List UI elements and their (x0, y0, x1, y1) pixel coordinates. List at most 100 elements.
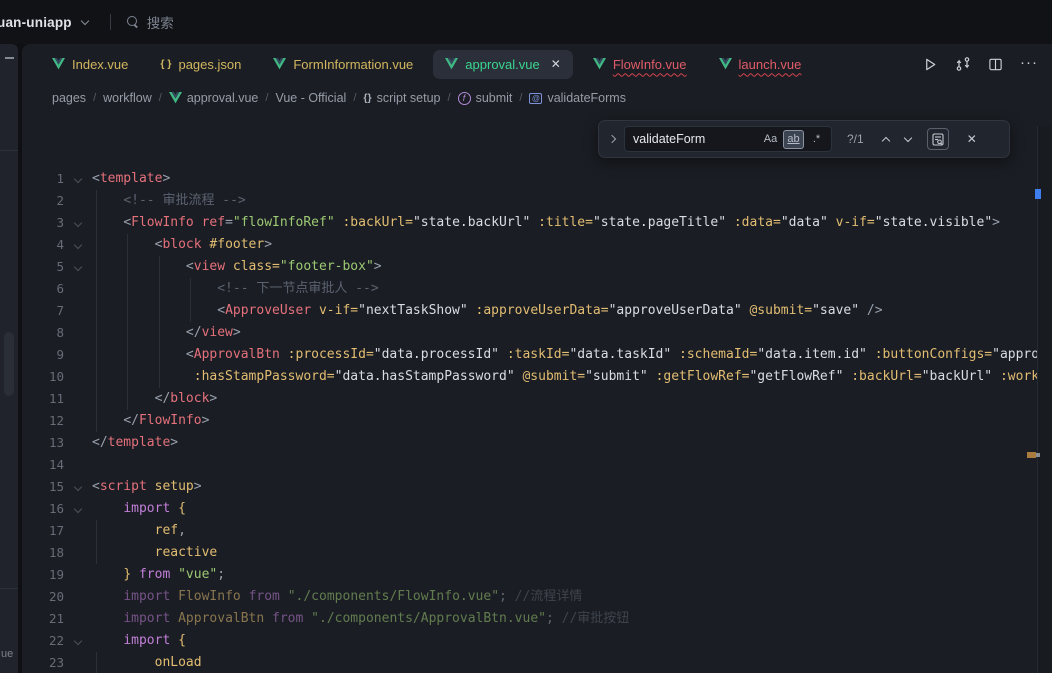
code-line-11[interactable]: 11 </block> (22, 388, 1037, 410)
code-text: onLoad (92, 652, 202, 673)
toggle-replace-chevron-icon[interactable] (608, 135, 616, 143)
code-text: <script setup> (92, 476, 202, 498)
code-text: <block #footer> (92, 234, 272, 256)
code-line-1[interactable]: 1<template> (22, 168, 1037, 190)
previous-match-button[interactable] (881, 136, 889, 144)
whole-word-toggle[interactable]: ab (783, 130, 804, 149)
match-case-toggle[interactable]: Aa (760, 130, 781, 149)
fold-spacer (64, 366, 92, 388)
vue-icon (445, 58, 458, 70)
fold-spacer (64, 454, 92, 476)
find-match-count: ?/1 (847, 132, 864, 146)
chevron-down-icon (74, 219, 82, 227)
breadcrumb-item-validateforms[interactable]: @validateForms (529, 91, 626, 105)
breadcrumb-item-submit[interactable]: fsubmit (458, 91, 513, 105)
split-editor-button[interactable] (988, 57, 1003, 72)
code-line-17[interactable]: 17 ref, (22, 520, 1037, 542)
code-text: <!-- 审批流程 --> (92, 190, 246, 212)
scrollbar-overview-ruler[interactable] (1037, 126, 1052, 673)
fold-chevron-icon[interactable] (64, 498, 92, 520)
breadcrumb-item-vue-official[interactable]: Vue - Official (275, 91, 346, 105)
breadcrumb-label: workflow (103, 91, 152, 105)
find-widget: validateForm Aaab .* ?/1 ✕ (598, 120, 1010, 158)
code-line-5[interactable]: 5 <view class="footer-box"> (22, 256, 1037, 278)
code-line-19[interactable]: 19 } from "vue"; (22, 564, 1037, 586)
code-line-16[interactable]: 16 import { (22, 498, 1037, 520)
code-line-14[interactable]: 14 (22, 454, 1037, 476)
code-line-13[interactable]: 13</template> (22, 432, 1037, 454)
fold-chevron-icon[interactable] (64, 256, 92, 278)
line-number: 8 (22, 322, 64, 344)
fold-chevron-icon[interactable] (64, 212, 92, 234)
line-number: 13 (22, 432, 64, 454)
line-number: 2 (22, 190, 64, 212)
project-name[interactable]: uan-uniapp (0, 15, 72, 30)
tab-forminformation-vue[interactable]: FormInformation.vue (261, 50, 425, 79)
code-line-12[interactable]: 12 </FlowInfo> (22, 410, 1037, 432)
code-line-6[interactable]: 6 <!-- 下一节点审批人 --> (22, 278, 1037, 300)
chevron-down-icon (74, 175, 82, 183)
breadcrumb-item-pages[interactable]: pages (52, 91, 86, 105)
compare-changes-button[interactable] (955, 56, 971, 72)
global-search[interactable]: 搜索 (127, 12, 174, 32)
code-text: </view> (92, 322, 241, 344)
fold-spacer (64, 190, 92, 212)
tab-flowinfo-vue[interactable]: FlowInfo.vue (581, 50, 699, 79)
tab-approval-vue[interactable]: approval.vue✕ (433, 50, 573, 79)
fold-spacer (64, 608, 92, 630)
code-line-23[interactable]: 23 onLoad (22, 652, 1037, 673)
sidebar-scrollbar[interactable] (4, 332, 14, 396)
indent-guide (96, 652, 97, 673)
line-number: 4 (22, 234, 64, 256)
find-query-text: validateForm (633, 132, 757, 146)
tab-launch-vue[interactable]: launch.vue (707, 50, 814, 79)
close-icon[interactable]: ✕ (551, 58, 561, 70)
code-line-7[interactable]: 7 <ApproveUser v-if="nextTaskShow" :appr… (22, 300, 1037, 322)
code-line-18[interactable]: 18 reactive (22, 542, 1037, 564)
sidebar-fragment (5, 57, 14, 59)
line-number: 15 (22, 476, 64, 498)
code-line-2[interactable]: 2 <!-- 审批流程 --> (22, 190, 1037, 212)
regex-toggle-label: .* (813, 133, 820, 145)
breadcrumb-separator: / (519, 92, 522, 104)
tab-pages-json[interactable]: { }pages.json (148, 50, 253, 79)
match-case-toggle-label: Aa (764, 133, 777, 145)
regex-toggle[interactable]: .* (806, 130, 827, 149)
breadcrumb-item-script-setup[interactable]: {}script setup (363, 91, 440, 105)
run-button[interactable] (923, 57, 938, 72)
code-line-10[interactable]: 10 :hasStampPassword="data.hasStampPassw… (22, 366, 1037, 388)
tab-index-vue[interactable]: Index.vue (40, 50, 140, 79)
find-in-selection-button[interactable] (927, 128, 949, 150)
fold-chevron-icon[interactable] (64, 234, 92, 256)
line-number: 12 (22, 410, 64, 432)
fold-spacer (64, 564, 92, 586)
code-line-15[interactable]: 15 <script setup> (22, 476, 1037, 498)
line-number: 9 (22, 344, 64, 366)
breadcrumb-item-approval-vue[interactable]: approval.vue (169, 91, 259, 105)
code-line-3[interactable]: 3 <FlowInfo ref="flowInfoRef" :backUrl="… (22, 212, 1037, 234)
code-line-9[interactable]: 9 <ApprovalBtn :processId="data.processI… (22, 344, 1037, 366)
tab-label: FormInformation.vue (293, 57, 413, 72)
code-line-21[interactable]: 21 import ApprovalBtn from "./components… (22, 608, 1037, 630)
breadcrumb-item-workflow[interactable]: workflow (103, 91, 152, 105)
code-editor[interactable]: 1<template>2 <!-- 审批流程 -->3 <FlowInfo re… (22, 168, 1037, 673)
more-actions-button[interactable]: ··· (1020, 54, 1038, 71)
fold-chevron-icon[interactable] (64, 476, 92, 498)
breadcrumb-label: script setup (377, 91, 441, 105)
fold-chevron-icon[interactable] (64, 630, 92, 652)
fold-chevron-icon[interactable] (64, 168, 92, 190)
code-line-8[interactable]: 8 </view> (22, 322, 1037, 344)
code-line-4[interactable]: 4 <block #footer> (22, 234, 1037, 256)
line-number: 10 (22, 366, 64, 388)
line-number: 3 (22, 212, 64, 234)
sidebar-sliver: ue (0, 44, 18, 673)
chevron-down-icon[interactable] (81, 16, 89, 24)
sidebar-divider (0, 588, 18, 589)
close-find-icon[interactable]: ✕ (967, 132, 977, 146)
code-line-20[interactable]: 20 import FlowInfo from "./components/Fl… (22, 586, 1037, 608)
breadcrumb-separator: / (265, 92, 268, 104)
code-line-22[interactable]: 22 import { (22, 630, 1037, 652)
next-match-button[interactable] (903, 134, 911, 142)
find-input[interactable]: validateForm Aaab .* (624, 126, 832, 152)
breadcrumb-separator: / (353, 92, 356, 104)
